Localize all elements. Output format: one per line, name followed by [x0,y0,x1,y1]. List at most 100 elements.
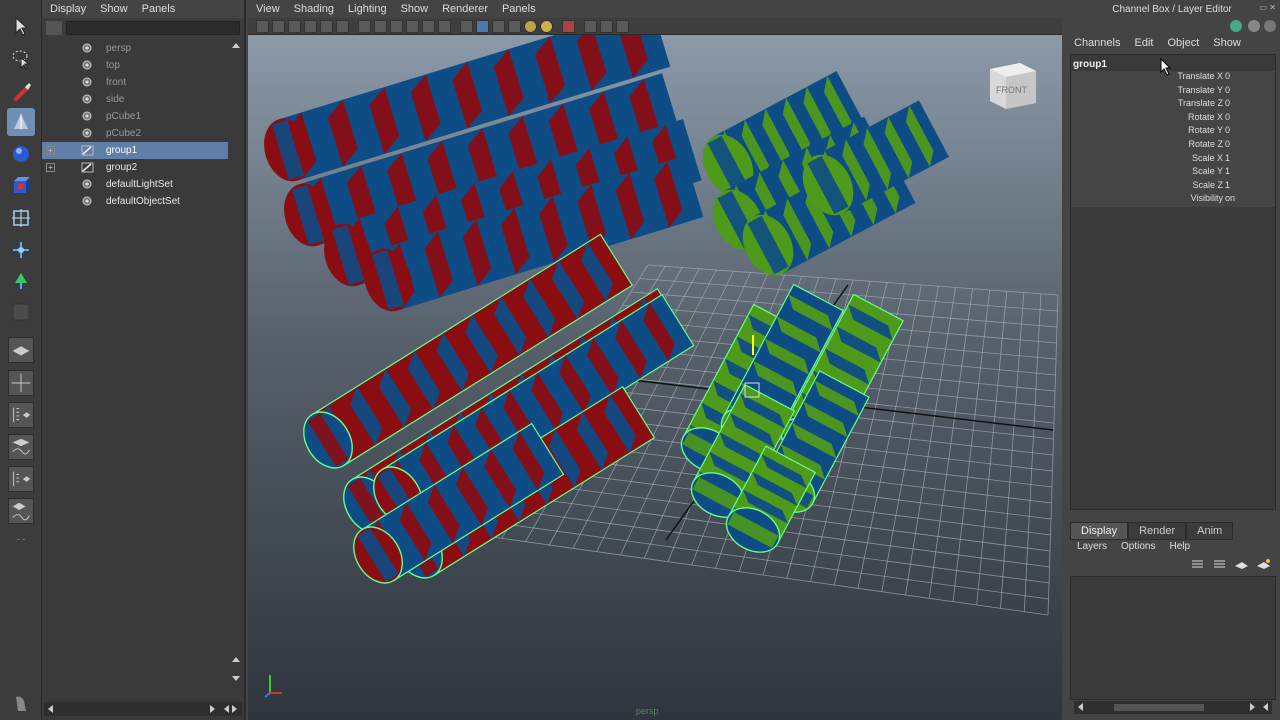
outliner-item[interactable]: side [42,91,228,108]
channels-menu[interactable]: Channels [1074,37,1120,49]
outliner-item[interactable]: top [42,57,228,74]
channel-attribute-value[interactable]: 0 [1225,139,1230,149]
help-menu[interactable]: Help [1169,541,1190,552]
bookmark-icon[interactable] [288,19,301,33]
channel-attribute-value[interactable]: 0 [1225,98,1230,108]
outliner-search-input[interactable] [66,21,240,35]
layout-outliner-icon[interactable] [8,402,34,428]
channel-attribute-value[interactable]: 0 [1225,112,1230,122]
outliner-menu-display[interactable]: Display [50,3,86,15]
use-all-lights-icon[interactable] [524,19,537,33]
show-menu[interactable]: Show [1213,37,1241,49]
channel-attribute-value[interactable]: 0 [1225,71,1230,81]
layout-graph-icon[interactable] [8,434,34,460]
outliner-item[interactable]: pCube1 [42,108,228,125]
resolution-gate-icon[interactable] [358,19,371,33]
layout-hypershade-icon[interactable] [8,466,34,492]
viewport-menu-shading[interactable]: Shading [294,3,334,15]
channel-attribute-value[interactable]: 0 [1225,125,1230,135]
layout-more-icon[interactable]: - - [8,534,34,548]
channel-attribute-row[interactable]: Scale X1 [1071,153,1275,167]
layout-single-icon[interactable] [8,337,34,363]
layer-horizontal-scrollbar[interactable] [1074,701,1272,714]
layers-menu[interactable]: Layers [1077,541,1107,552]
channel-attribute-value[interactable]: 0 [1225,85,1230,95]
viewport-menu-renderer[interactable]: Renderer [442,3,488,15]
outliner-item[interactable]: + group2 [42,159,228,176]
tab-anim[interactable]: Anim [1186,522,1234,540]
field-chart-icon[interactable] [390,19,403,33]
isolate-select-icon[interactable] [562,19,575,33]
show-attribute-editor-icon[interactable] [1248,20,1260,32]
outliner-item[interactable]: pCube2 [42,125,228,142]
smooth-shade-icon[interactable] [476,19,489,33]
viewport-menu-show[interactable]: Show [401,3,429,15]
channel-attribute-value[interactable]: 1 [1225,153,1230,163]
outliner-menu-panels[interactable]: Panels [142,3,176,15]
layout-four-icon[interactable] [8,370,34,396]
outliner-item[interactable]: front [42,74,228,91]
channel-attribute-value[interactable]: 1 [1225,180,1230,190]
gate-mask-icon[interactable] [374,19,387,33]
scale-tool-icon[interactable] [7,172,35,200]
wireframe-on-shaded-icon[interactable] [492,19,505,33]
move-tool-icon[interactable] [7,108,35,136]
text-icon[interactable] [438,19,451,33]
viewport-menu-lighting[interactable]: Lighting [348,3,387,15]
channel-attribute-value[interactable]: 1 [1225,166,1230,176]
move-layer-down-icon[interactable] [1212,558,1227,570]
paint-tool-icon[interactable] [7,78,35,106]
options-menu[interactable]: Options [1121,541,1155,552]
show-manipulator-icon[interactable] [7,266,35,294]
viewport-menu-view[interactable]: View [256,3,280,15]
xray-icon[interactable] [584,19,597,33]
script-editor-icon[interactable] [7,690,35,718]
new-layer-from-selected-icon[interactable] [1256,558,1271,570]
show-tool-settings-icon[interactable] [1264,20,1276,32]
viewcube[interactable]: FRONT [986,59,1038,111]
outliner-item[interactable]: persp [42,40,228,57]
viewport-menu-panels[interactable]: Panels [502,3,536,15]
layer-list[interactable] [1070,576,1276,700]
layout-dopesheet-icon[interactable] [8,498,34,524]
outliner-item[interactable]: defaultLightSet [42,176,228,193]
outliner-vertical-scrollbar[interactable] [230,40,242,690]
tab-display[interactable]: Display [1070,522,1129,540]
channel-attribute-value[interactable]: on [1225,193,1235,203]
channel-attribute-row[interactable]: Rotate X0 [1071,112,1275,126]
safe-title-icon[interactable] [422,19,435,33]
channel-attribute-row[interactable]: Rotate Z0 [1071,139,1275,153]
select-tool-icon[interactable] [7,12,35,40]
xray-joints-icon[interactable] [600,19,613,33]
shadows-icon[interactable] [540,19,553,33]
outliner-menu-show[interactable]: Show [100,3,128,15]
channel-attribute-row[interactable]: Translate X0 [1071,71,1275,85]
expand-icon[interactable]: + [46,163,55,172]
outliner-item[interactable]: + group1 [42,142,228,159]
panel-window-icons[interactable]: ▭ ✕ [1260,3,1276,12]
viewport-3d-scene[interactable]: FRONT persp [248,35,1062,720]
expand-icon[interactable]: + [46,146,55,155]
wireframe-icon[interactable] [460,19,473,33]
manipulator-tool-icon[interactable] [7,204,35,232]
filter-icon[interactable] [46,21,62,35]
xray-components-icon[interactable] [616,19,629,33]
selected-object-name[interactable]: group1 [1073,59,1107,70]
channel-attribute-row[interactable]: Scale Y1 [1071,166,1275,180]
lasso-tool-icon[interactable] [7,45,35,73]
outliner-horizontal-scrollbar[interactable] [44,702,242,716]
outliner-item[interactable]: defaultObjectSet [42,193,228,210]
rotate-tool-icon[interactable] [7,140,35,168]
camera-attributes-icon[interactable] [272,19,285,33]
soft-mod-tool-icon[interactable] [7,236,35,264]
move-layer-up-icon[interactable] [1190,558,1205,570]
channel-attribute-row[interactable]: Rotate Y0 [1071,125,1275,139]
edit-menu[interactable]: Edit [1134,37,1153,49]
channel-attribute-row[interactable]: Visibility on [1071,193,1275,207]
grid-icon[interactable] [320,19,333,33]
last-tool-icon[interactable] [7,298,35,326]
show-channel-box-icon[interactable] [1230,20,1242,32]
object-menu[interactable]: Object [1167,37,1199,49]
film-gate-icon[interactable] [336,19,349,33]
new-layer-icon[interactable] [1234,558,1249,570]
